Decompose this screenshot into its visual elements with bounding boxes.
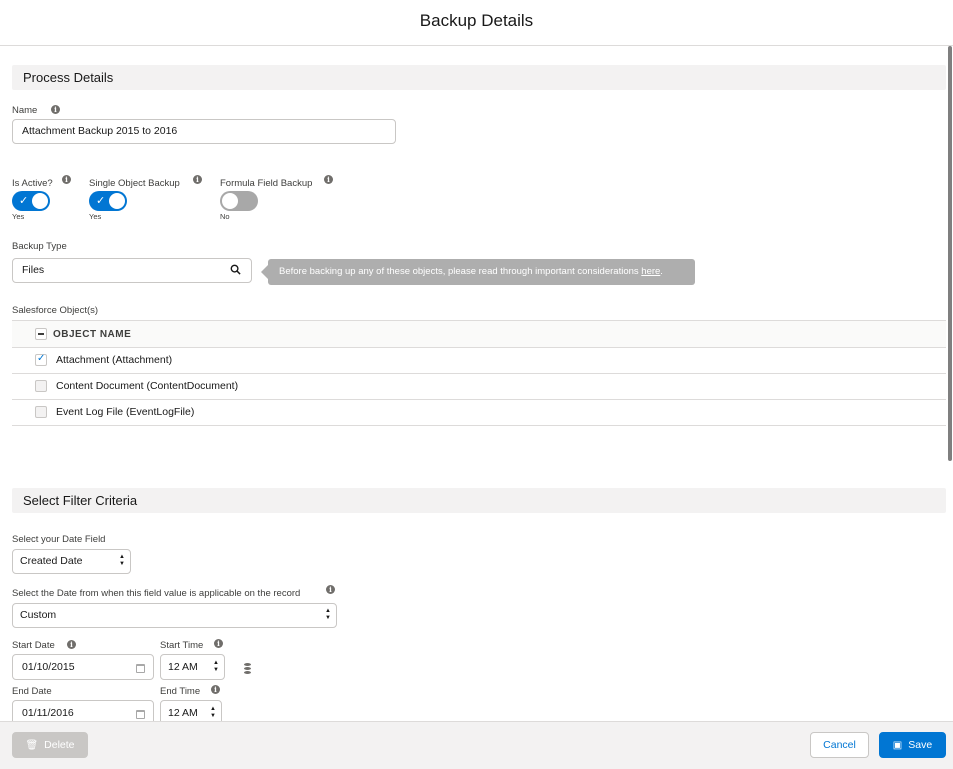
start-date-label: Start Date — [12, 640, 55, 651]
date-from-label: Select the Date from when this field val… — [12, 588, 301, 599]
object-name: Attachment (Attachment) — [56, 354, 173, 366]
row-checkbox[interactable] — [35, 406, 47, 418]
modal-title: Backup Details — [419, 11, 534, 30]
single-object-backup-toggle[interactable]: ✓ — [89, 191, 127, 211]
formula-field-backup-info-icon[interactable]: i — [324, 175, 333, 184]
search-icon[interactable] — [230, 264, 241, 275]
end-date-label: End Date — [12, 686, 52, 697]
object-name: Content Document (ContentDocument) — [56, 380, 239, 392]
calendar-icon[interactable] — [136, 710, 145, 719]
is-active-label: Is Active? — [12, 178, 53, 189]
filter-criteria-section-title: Select Filter Criteria — [12, 488, 946, 513]
cancel-button[interactable]: Cancel — [810, 732, 869, 758]
trash-icon: 🗑 — [25, 740, 39, 751]
end-date-value: 01/11/2016 — [22, 707, 74, 719]
select-arrows-icon: ▲ ▼ — [119, 554, 125, 567]
end-date-input[interactable]: 01/11/2016 — [12, 700, 154, 721]
table-row: ✓ Attachment (Attachment) — [12, 348, 946, 374]
date-from-info-icon[interactable]: i — [326, 585, 335, 594]
backup-type-label: Backup Type — [12, 241, 67, 252]
object-name: Event Log File (EventLogFile) — [56, 406, 195, 418]
end-time-value: 12 AM — [168, 707, 198, 719]
scrollbar-thumb[interactable] — [948, 46, 952, 461]
date-field-label: Select your Date Field — [12, 534, 106, 545]
check-icon: ✓ — [37, 353, 46, 364]
save-icon: ▣ — [892, 740, 903, 751]
delete-button[interactable]: 🗑 Delete — [12, 732, 88, 758]
start-time-select[interactable]: 12 AM ▲ ▼ — [160, 654, 225, 680]
table-row: Event Log File (EventLogFile) — [12, 400, 946, 426]
is-active-info-icon[interactable]: i — [62, 175, 71, 184]
toggle-knob — [32, 193, 48, 209]
formula-field-backup-toggle[interactable] — [220, 191, 258, 211]
tooltip-text: Before backing up any of these objects, … — [279, 266, 642, 277]
name-info-icon[interactable]: i — [51, 105, 60, 114]
date-from-select[interactable]: Custom ▲ ▼ — [12, 603, 337, 628]
backup-type-value: Files — [22, 264, 45, 276]
table-header: OBJECT NAME — [12, 320, 946, 348]
select-all-checkbox[interactable] — [35, 328, 47, 340]
modal-header: Backup Details — [0, 0, 953, 46]
select-arrows-icon: ▲ ▼ — [210, 706, 216, 719]
start-time-value: 12 AM — [168, 661, 198, 673]
considerations-tooltip: Before backing up any of these objects, … — [261, 259, 695, 285]
start-date-input[interactable]: 01/10/2015 — [12, 654, 154, 680]
modal-body: Process Details Name i Attachment Backup… — [0, 46, 953, 721]
start-date-info-icon[interactable]: i — [67, 640, 76, 649]
calendar-icon[interactable] — [136, 664, 145, 673]
formula-field-backup-state: No — [220, 212, 230, 221]
date-from-value: Custom — [20, 609, 57, 621]
end-time-select[interactable]: 12 AM ▲ ▼ — [160, 700, 222, 721]
row-checkbox[interactable] — [35, 380, 47, 392]
name-label: Name — [12, 105, 38, 116]
start-time-label: Start Time — [160, 640, 204, 651]
end-time-info-icon[interactable]: i — [211, 685, 220, 694]
tooltip-end: . — [660, 266, 663, 277]
toggle-knob — [109, 193, 125, 209]
backup-details-modal: Backup Details Process Details Name i At… — [0, 0, 953, 769]
date-field-select[interactable]: Created Date ▲ ▼ — [12, 549, 131, 574]
save-button-label: Save — [908, 739, 933, 751]
single-object-backup-info-icon[interactable]: i — [193, 175, 202, 184]
column-header-object-name[interactable]: OBJECT NAME — [53, 321, 131, 349]
backup-type-lookup[interactable]: Files — [12, 258, 252, 283]
scrollbar[interactable] — [947, 46, 953, 461]
date-field-value: Created Date — [20, 555, 83, 567]
delete-button-label: Delete — [44, 739, 75, 751]
select-arrows-icon: ▲ ▼ — [325, 608, 331, 621]
start-time-info-icon[interactable]: i — [214, 639, 223, 648]
save-button[interactable]: ▣ Save — [879, 732, 946, 758]
single-object-backup-label: Single Object Backup — [89, 178, 180, 189]
objects-table: OBJECT NAME ✓ Attachment (Attachment) Co… — [12, 320, 946, 426]
salesforce-objects-label: Salesforce Object(s) — [12, 305, 99, 316]
check-icon: ✓ — [19, 195, 29, 207]
table-row: Content Document (ContentDocument) — [12, 374, 946, 400]
single-object-backup-state: Yes — [89, 212, 102, 221]
name-input[interactable]: Attachment Backup 2015 to 2016 — [12, 119, 396, 144]
is-active-toggle[interactable]: ✓ — [12, 191, 50, 211]
start-date-value: 01/10/2015 — [22, 661, 75, 673]
toggle-knob — [222, 193, 238, 209]
modal-footer: 🗑 Delete Cancel ▣ Save — [0, 721, 953, 769]
end-time-label: End Time — [160, 686, 201, 697]
row-checkbox[interactable]: ✓ — [35, 353, 47, 366]
process-details-section-title: Process Details — [12, 65, 946, 90]
tooltip-here-link[interactable]: here — [641, 266, 660, 277]
database-icon — [244, 663, 251, 674]
select-arrows-icon: ▲ ▼ — [213, 660, 219, 673]
is-active-state: Yes — [12, 212, 25, 221]
check-icon: ✓ — [96, 195, 106, 207]
formula-field-backup-label: Formula Field Backup — [220, 178, 313, 189]
